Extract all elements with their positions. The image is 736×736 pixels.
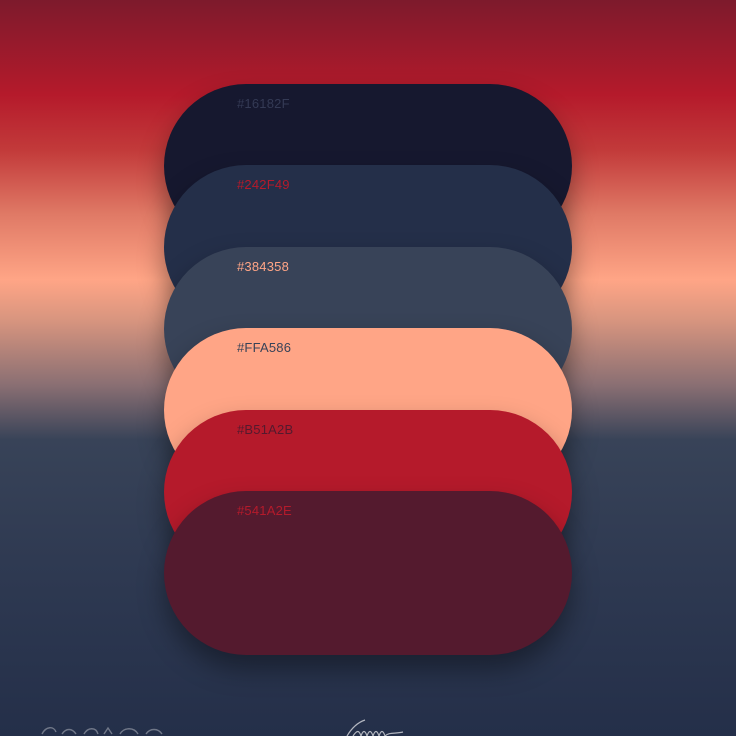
swatch-hex-label: #16182F: [237, 96, 290, 111]
signature-mark: [346, 719, 404, 736]
swatch-hex-label: #B51A2B: [237, 422, 294, 437]
swatch-hex-label: #FFA586: [237, 340, 292, 355]
swatch-hex-label: #242F49: [237, 177, 290, 192]
gradient-background: #16182F #242F49 #384358 #FFA586 #B51A2B …: [0, 0, 736, 736]
watermark-handle: [41, 726, 163, 735]
swatch-6: #541A2E: [164, 491, 572, 655]
swatch-hex-label: #384358: [237, 259, 290, 274]
swatch-hex-label: #541A2E: [237, 503, 292, 518]
